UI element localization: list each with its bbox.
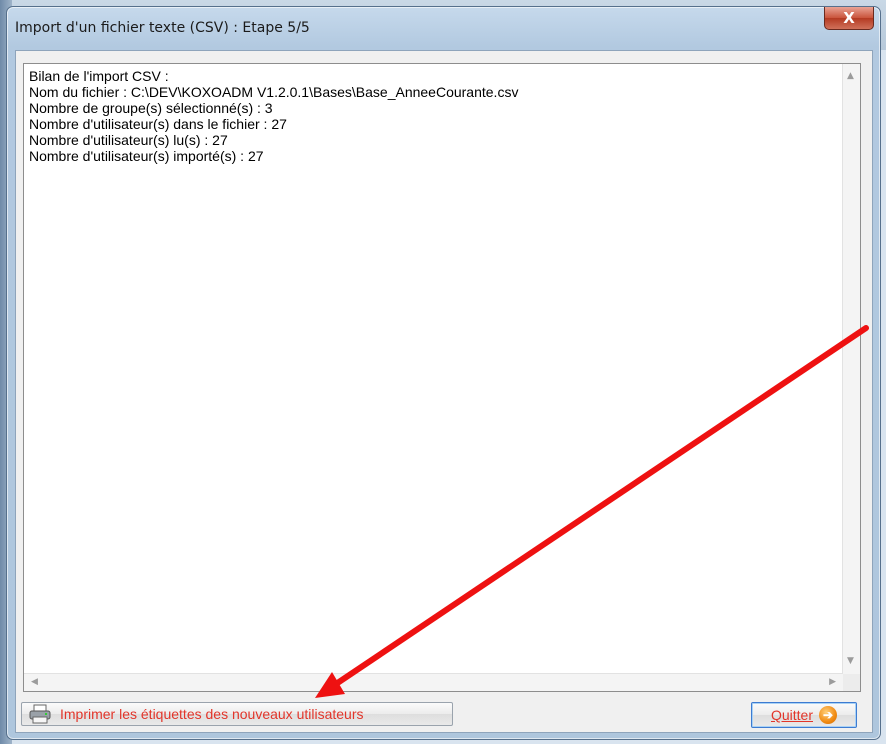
close-button[interactable]: X — [824, 7, 874, 30]
log-line: Nombre d'utilisateur(s) lu(s) : 27 — [29, 132, 228, 148]
printer-icon — [28, 704, 52, 724]
print-labels-button[interactable]: Imprimer les étiquettes des nouveaux uti… — [21, 702, 453, 726]
log-line: Nombre d'utilisateur(s) importé(s) : 27 — [29, 148, 264, 164]
scroll-right-icon[interactable]: ▶ — [829, 678, 836, 687]
log-line: Nom du fichier : C:\DEV\KOXOADM V1.2.0.1… — [29, 84, 519, 100]
title-bar[interactable]: Import d'un fichier texte (CSV) : Etape … — [7, 7, 880, 47]
print-labels-label: Imprimer les étiquettes des nouveaux uti… — [60, 706, 364, 722]
import-dialog: Import d'un fichier texte (CSV) : Etape … — [6, 6, 881, 740]
log-line: Bilan de l'import CSV : — [29, 68, 169, 84]
dialog-body: Bilan de l'import CSV : Nom du fichier :… — [15, 50, 873, 733]
close-icon: X — [843, 9, 855, 27]
log-line: Nombre de groupe(s) sélectionné(s) : 3 — [29, 100, 273, 116]
window-title: Import d'un fichier texte (CSV) : Etape … — [15, 20, 310, 36]
scroll-left-icon[interactable]: ◀ — [31, 678, 38, 687]
scroll-up-icon[interactable]: ▲ — [847, 72, 854, 81]
vertical-scrollbar[interactable]: ▲ ▼ — [842, 64, 860, 674]
arrow-right-icon: ➔ — [819, 706, 837, 724]
import-summary-textarea[interactable]: Bilan de l'import CSV : Nom du fichier :… — [23, 63, 861, 692]
scrollbar-corner — [843, 674, 860, 691]
quit-label: Quitter — [770, 707, 813, 723]
log-line: Nombre d'utilisateur(s) dans le fichier … — [29, 116, 287, 132]
scroll-down-icon[interactable]: ▼ — [847, 657, 854, 666]
import-summary-text: Bilan de l'import CSV : Nom du fichier :… — [29, 68, 834, 164]
quit-button[interactable]: Quitter ➔ — [751, 702, 857, 728]
horizontal-scrollbar[interactable]: ◀ ▶ — [24, 673, 843, 691]
